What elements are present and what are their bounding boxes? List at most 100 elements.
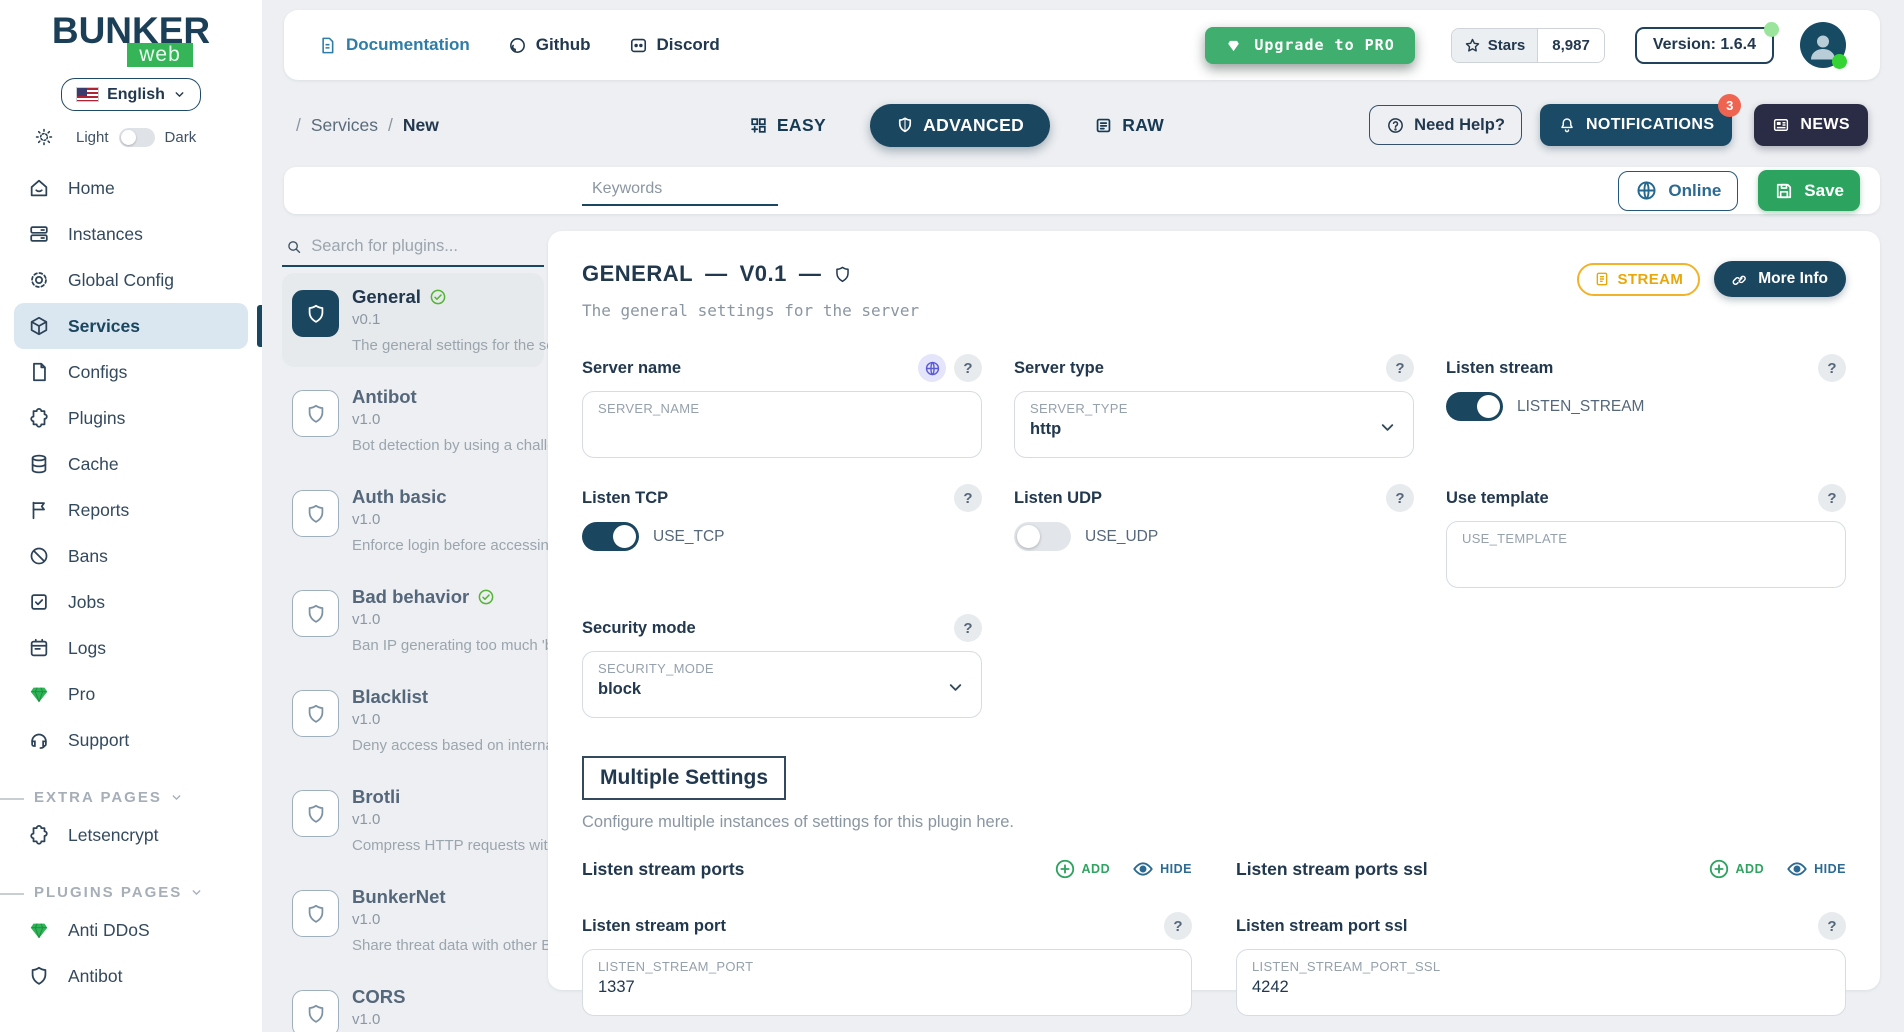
grid-plus-icon bbox=[749, 116, 768, 135]
theme-light-label: Light bbox=[76, 129, 109, 146]
plugin-item-brotli[interactable]: Brotli v1.0 Compress HTTP requests with … bbox=[282, 773, 544, 867]
database-icon bbox=[28, 453, 52, 475]
security-mode-select[interactable]: SECURITY_MODE block bbox=[582, 651, 982, 718]
setting-key: SECURITY_MODE bbox=[598, 661, 966, 676]
tab-advanced[interactable]: ADVANCED bbox=[870, 104, 1050, 147]
help-tooltip-icon[interactable]: ? bbox=[1164, 912, 1192, 940]
server-type-select[interactable]: SERVER_TYPE http bbox=[1014, 391, 1414, 458]
plugin-item-bunkernet[interactable]: BunkerNet v1.0 Share threat data with ot… bbox=[282, 873, 544, 967]
plugin-search bbox=[282, 231, 544, 267]
theme-toggle[interactable] bbox=[119, 128, 155, 147]
tab-raw[interactable]: RAW bbox=[1094, 115, 1164, 136]
sidebar-item-jobs[interactable]: Jobs bbox=[14, 579, 248, 625]
sidebar-item-antibot[interactable]: Antibot bbox=[14, 953, 248, 999]
use-template-input[interactable] bbox=[1462, 550, 1830, 569]
plugin-item-general[interactable]: General v0.1 The general settings for th… bbox=[282, 273, 544, 367]
help-tooltip-icon[interactable]: ? bbox=[1818, 484, 1846, 512]
server-icon bbox=[28, 223, 52, 245]
sidebar-item-global-config[interactable]: Global Config bbox=[14, 257, 248, 303]
chevron-down-icon bbox=[946, 678, 965, 697]
plugin-name: Antibot bbox=[352, 386, 417, 408]
tab-easy-label: EASY bbox=[777, 115, 826, 136]
sidebar-item-logs[interactable]: Logs bbox=[14, 625, 248, 671]
listen-udp-toggle[interactable] bbox=[1014, 522, 1071, 551]
document-icon bbox=[1594, 271, 1610, 287]
field-security-mode: Security mode ? SECURITY_MODE block bbox=[582, 614, 982, 718]
help-tooltip-icon[interactable]: ? bbox=[1386, 354, 1414, 382]
sidebar-item-services[interactable]: Services bbox=[14, 303, 248, 349]
help-tooltip-icon[interactable]: ? bbox=[1818, 912, 1846, 940]
sidebar-item-label: Pro bbox=[68, 684, 95, 705]
tab-easy[interactable]: EASY bbox=[749, 115, 826, 136]
help-tooltip-icon[interactable]: ? bbox=[1386, 484, 1414, 512]
sidebar-item-label: Configs bbox=[68, 362, 127, 383]
gem-icon bbox=[1225, 37, 1242, 54]
listen-stream-port-ssl-input[interactable] bbox=[1252, 978, 1830, 997]
news-button[interactable]: NEWS bbox=[1754, 104, 1868, 146]
plugin-item-cors[interactable]: CORS v1.0 Cross-Origin Resource Sharing. bbox=[282, 973, 544, 1032]
plugin-item-auth-basic[interactable]: Auth basic v1.0 Enforce login before acc… bbox=[282, 473, 544, 567]
discord-link[interactable]: Discord bbox=[629, 35, 720, 55]
home-icon bbox=[28, 177, 52, 199]
setting-key: USE_UDP bbox=[1085, 528, 1158, 546]
plugin-search-input[interactable] bbox=[311, 237, 540, 256]
actions-toolbar: Online Save bbox=[284, 167, 1880, 214]
user-avatar[interactable] bbox=[1800, 22, 1846, 68]
puzzle-icon bbox=[28, 824, 52, 846]
add-button[interactable]: ADD bbox=[1054, 858, 1111, 880]
more-info-button[interactable]: More Info bbox=[1714, 261, 1846, 297]
plugin-item-antibot[interactable]: Antibot v1.0 Bot detection by using a ch… bbox=[282, 373, 544, 467]
extra-pages-section[interactable]: EXTRA PAGES bbox=[34, 789, 262, 806]
plugin-version: v1.0 bbox=[352, 611, 574, 628]
sidebar-item-letsencrypt[interactable]: Letsencrypt bbox=[14, 812, 248, 858]
save-button[interactable]: Save bbox=[1758, 170, 1860, 211]
plugin-item-blacklist[interactable]: Blacklist v1.0 Deny access based on inte… bbox=[282, 673, 544, 767]
need-help-button[interactable]: Need Help? bbox=[1369, 105, 1522, 145]
plugin-version: v1.0 bbox=[352, 811, 577, 828]
help-tooltip-icon[interactable]: ? bbox=[954, 614, 982, 642]
github-stars-widget[interactable]: Stars 8,987 bbox=[1451, 28, 1605, 63]
flag-icon bbox=[28, 499, 52, 521]
listen-tcp-toggle[interactable] bbox=[582, 522, 639, 551]
gear-icon bbox=[28, 269, 52, 291]
keywords-input[interactable] bbox=[582, 176, 778, 206]
help-tooltip-icon[interactable]: ? bbox=[1818, 354, 1846, 382]
help-tooltip-icon[interactable]: ? bbox=[954, 354, 982, 382]
listen-stream-toggle[interactable] bbox=[1446, 392, 1503, 421]
sidebar-item-configs[interactable]: Configs bbox=[14, 349, 248, 395]
breadcrumb: / Services / New bbox=[296, 115, 439, 136]
multisite-globe-icon[interactable] bbox=[918, 354, 946, 382]
language-select[interactable]: English bbox=[61, 78, 201, 111]
sidebar-item-anti-ddos[interactable]: Anti DDoS bbox=[14, 907, 248, 953]
upgrade-to-pro-button[interactable]: Upgrade to PRO bbox=[1205, 27, 1414, 64]
sidebar-item-label: Reports bbox=[68, 500, 129, 521]
server-name-input[interactable] bbox=[598, 420, 966, 439]
add-button[interactable]: ADD bbox=[1708, 858, 1765, 880]
security-mode-value: block bbox=[598, 680, 966, 699]
sidebar-item-label: Antibot bbox=[68, 966, 122, 987]
help-tooltip-icon[interactable]: ? bbox=[954, 484, 982, 512]
sidebar-item-plugins[interactable]: Plugins bbox=[14, 395, 248, 441]
sidebar-item-bans[interactable]: Bans bbox=[14, 533, 248, 579]
plugins-pages-section[interactable]: PLUGINS PAGES bbox=[34, 884, 262, 901]
puzzle-icon bbox=[28, 407, 52, 429]
plugin-name: Bad behavior bbox=[352, 586, 469, 608]
online-button[interactable]: Online bbox=[1618, 171, 1738, 211]
listen-stream-port-input[interactable] bbox=[598, 978, 1176, 997]
github-link[interactable]: Github bbox=[508, 35, 591, 55]
sidebar-item-support[interactable]: Support bbox=[14, 717, 248, 763]
hide-button[interactable]: HIDE bbox=[1132, 858, 1192, 880]
documentation-link[interactable]: Documentation bbox=[318, 35, 470, 55]
hide-button[interactable]: HIDE bbox=[1786, 858, 1846, 880]
sidebar-item-pro[interactable]: Pro bbox=[14, 671, 248, 717]
plugin-version: v1.0 bbox=[352, 1011, 565, 1028]
sidebar-item-reports[interactable]: Reports bbox=[14, 487, 248, 533]
breadcrumb-services[interactable]: Services bbox=[311, 115, 378, 136]
top-header: Documentation Github Discord Upgrade to … bbox=[284, 10, 1880, 80]
plugin-description: Compress HTTP requests with t... bbox=[352, 837, 577, 854]
sidebar-item-cache[interactable]: Cache bbox=[14, 441, 248, 487]
plugin-item-bad-behavior[interactable]: Bad behavior v1.0 Ban IP generating too … bbox=[282, 573, 544, 667]
sidebar-item-instances[interactable]: Instances bbox=[14, 211, 248, 257]
notifications-button[interactable]: NOTIFICATIONS 3 bbox=[1540, 104, 1732, 146]
sidebar-item-home[interactable]: Home bbox=[14, 165, 248, 211]
